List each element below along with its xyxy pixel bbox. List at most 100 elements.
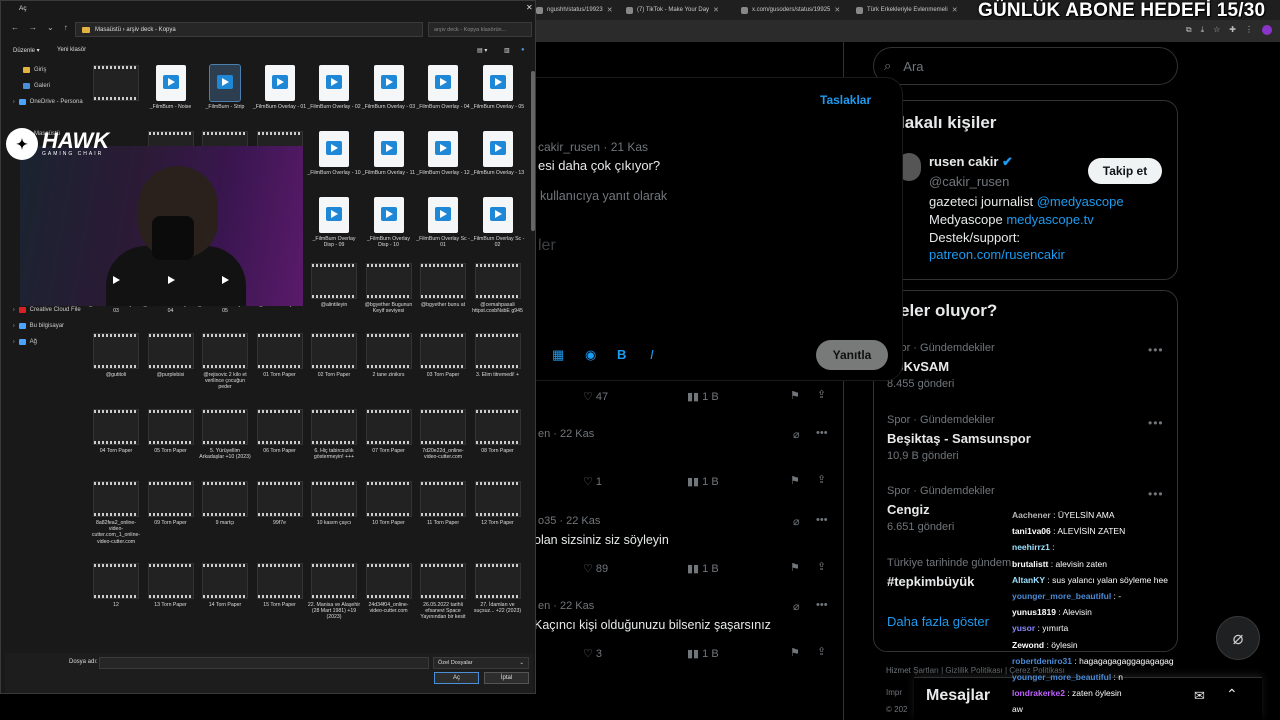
tab-close-icon[interactable]: ✕ <box>607 6 613 14</box>
new-message-icon[interactable]: ✉ <box>1194 688 1205 704</box>
more-icon[interactable]: ••• <box>816 514 828 526</box>
file-item[interactable]: 01 Torn Paper <box>253 333 307 378</box>
more-icon[interactable]: ••• <box>816 599 828 611</box>
puzzle-icon[interactable]: ✚ <box>1229 25 1236 35</box>
share-icon[interactable]: ⇪ <box>817 473 826 486</box>
path-bar[interactable]: Masaüstü › arşiv deck - Kopya <box>75 22 423 37</box>
file-item[interactable]: _FilmBurn Overlay Disp - 09 <box>307 197 361 248</box>
file-item[interactable]: _FilmBurn Overlay - 10 <box>307 131 361 176</box>
italic-icon[interactable]: I <box>650 347 654 362</box>
trend-name[interactable]: Cengiz <box>887 502 930 517</box>
trend-name[interactable]: #tepkimbüyük <box>887 574 974 589</box>
grok-icon[interactable]: ⌀ <box>793 515 800 528</box>
file-item[interactable]: @gutitoli <box>89 333 143 378</box>
file-item[interactable]: 99f7e <box>253 481 307 526</box>
file-item[interactable]: _FilmBurn Overlay Sc - 02 <box>471 197 525 248</box>
tab-close-icon[interactable]: ✕ <box>834 6 840 14</box>
browser-tab[interactable]: (7) TikTok - Make Your Day ✕ <box>620 2 730 18</box>
up-arrow-icon[interactable]: ↑ <box>64 23 68 32</box>
profile-avatar[interactable] <box>1262 25 1272 35</box>
more-icon[interactable]: ••• <box>1148 487 1164 501</box>
close-icon[interactable]: ✕ <box>526 3 533 12</box>
view-icon[interactable]: ▤ ▾ <box>477 47 487 54</box>
file-item[interactable]: 26.05.2022 tarihli efsanevi Space Yayını… <box>416 563 470 621</box>
nav-item-creative-cloud[interactable]: › Creative Cloud File <box>13 307 81 313</box>
filename-input[interactable] <box>99 657 429 669</box>
reply-button[interactable]: Yanıtla <box>816 340 888 370</box>
more-icon[interactable]: ••• <box>1148 343 1164 357</box>
like-icon[interactable]: ♡ 3 <box>583 647 602 660</box>
profile-name[interactable]: rusen cakir ✔ <box>929 154 1013 170</box>
file-item[interactable]: 2 tane zinikırs <box>362 333 416 378</box>
file-item[interactable]: 24d34f04_online-video-cutter.com <box>362 563 416 614</box>
star-icon[interactable]: ☆ <box>1213 25 1220 35</box>
bio-link[interactable]: patreon.com/rusencakir <box>929 247 1065 262</box>
file-item[interactable]: _FilmBurn Overlay - 03 <box>362 65 416 110</box>
file-item[interactable]: 04 Torn Paper <box>89 409 143 454</box>
views-icon[interactable]: ▮▮ 1 B <box>687 647 719 660</box>
search-input[interactable]: ⌕ Ara <box>873 47 1178 85</box>
show-more-link[interactable]: Daha fazla göster <box>887 614 989 629</box>
file-item[interactable] <box>89 65 143 104</box>
nav-item-gallery[interactable]: Galeri <box>23 83 50 89</box>
file-item[interactable]: 5. Yürüyellim Arkadaşlar +10 (2023) <box>198 409 252 460</box>
nav-item-home[interactable]: Giriş <box>23 67 46 73</box>
tab-close-icon[interactable]: ✕ <box>952 6 958 14</box>
views-icon[interactable]: ▮▮ 1 B <box>687 475 719 488</box>
grok-icon[interactable]: ⌀ <box>793 428 800 441</box>
bold-icon[interactable]: B <box>617 347 626 362</box>
file-item[interactable]: _FilmBurn Overlay - 01 <box>253 65 307 110</box>
file-item[interactable]: 22. Manisa ve Alaşehir (28 Mart 1981) +1… <box>307 563 361 621</box>
file-item[interactable]: @purplebisi <box>144 333 198 378</box>
more-icon[interactable]: ••• <box>816 427 828 439</box>
file-item[interactable]: _FilmBurn Overlay - 11 <box>362 131 416 176</box>
browser-tab[interactable]: Türk Erkekleriyle Evlenmemeli ✕ <box>850 2 970 18</box>
views-icon[interactable]: ▮▮ 1 B <box>687 390 719 403</box>
trend-name[interactable]: Beşiktaş - Samsunspor <box>887 431 1031 446</box>
bio-link[interactable]: @medyascope <box>1037 194 1124 209</box>
footer-links[interactable]: Impr <box>886 688 902 697</box>
organize-menu[interactable]: Düzenle ▾ <box>13 47 40 54</box>
download-icon[interactable]: ⤓ <box>1201 25 1205 35</box>
tab-close-icon[interactable]: ✕ <box>713 6 719 14</box>
help-icon[interactable]: ● <box>521 47 525 53</box>
file-item[interactable]: 6. Hiç tabircsızlık göstermeyin! +++ <box>307 409 361 460</box>
file-item[interactable]: 10 Torn Paper <box>362 481 416 526</box>
file-item[interactable]: @alintileyin <box>307 263 361 308</box>
drafts-button[interactable]: Taslaklar <box>820 93 871 107</box>
file-item[interactable]: 15 Torn Paper <box>253 563 307 608</box>
file-item[interactable]: 7d20e22d_online-video-cutter.com <box>416 409 470 460</box>
file-item[interactable]: 12 <box>89 563 143 608</box>
more-icon[interactable]: ••• <box>1148 416 1164 430</box>
file-item[interactable]: _FilmBurn Overlay Disp - 10 <box>362 197 416 248</box>
browser-tab[interactable]: ngushh/status/19923 ✕ <box>530 2 618 18</box>
file-item[interactable]: 03 Torn Paper <box>416 333 470 378</box>
folder-search-input[interactable]: arşiv deck - Kopya klasörün... <box>428 22 532 37</box>
schedule-icon[interactable]: ▦ <box>552 347 564 363</box>
share-icon[interactable]: ⇪ <box>817 388 826 401</box>
location-icon[interactable]: ◉ <box>585 347 596 363</box>
like-icon[interactable]: ♡ 47 <box>583 390 608 403</box>
file-item[interactable]: 9 martçı <box>198 481 252 526</box>
file-item[interactable]: @bgyether Bugunun Keyif seviyesi <box>362 263 416 314</box>
file-item[interactable]: 05 Torn Paper <box>144 409 198 454</box>
file-item[interactable]: 14 Torn Paper <box>198 563 252 608</box>
reply-textarea[interactable]: ler <box>538 237 556 255</box>
cancel-button[interactable]: İptal <box>484 672 529 684</box>
back-arrow-icon[interactable]: ← <box>11 23 19 32</box>
chevron-down-icon[interactable]: ⌄ <box>47 23 54 32</box>
forward-arrow-icon[interactable]: → <box>29 23 37 32</box>
grok-icon[interactable]: ⌀ <box>793 600 800 613</box>
file-item[interactable]: 13 Torn Paper <box>144 563 198 608</box>
file-item[interactable]: _FilmBurn Overlay - 02 <box>307 65 361 110</box>
file-item[interactable]: _FilmBurn Overlay Sc - 01 <box>416 197 470 248</box>
file-item[interactable]: 09 Torn Paper <box>144 481 198 526</box>
file-item[interactable]: @bgyether bunu at <box>416 263 470 308</box>
file-item[interactable]: 06 Torn Paper <box>253 409 307 454</box>
file-item[interactable]: 11 Torn Paper <box>416 481 470 526</box>
messages-title[interactable]: Mesajlar <box>926 687 990 705</box>
new-folder-button[interactable]: Yeni klasör <box>57 47 86 53</box>
preview-pane-icon[interactable]: ▥ <box>504 47 510 54</box>
like-icon[interactable]: ♡ 89 <box>583 562 608 575</box>
file-item[interactable]: 3. Elim titremedi! + <box>471 333 525 378</box>
